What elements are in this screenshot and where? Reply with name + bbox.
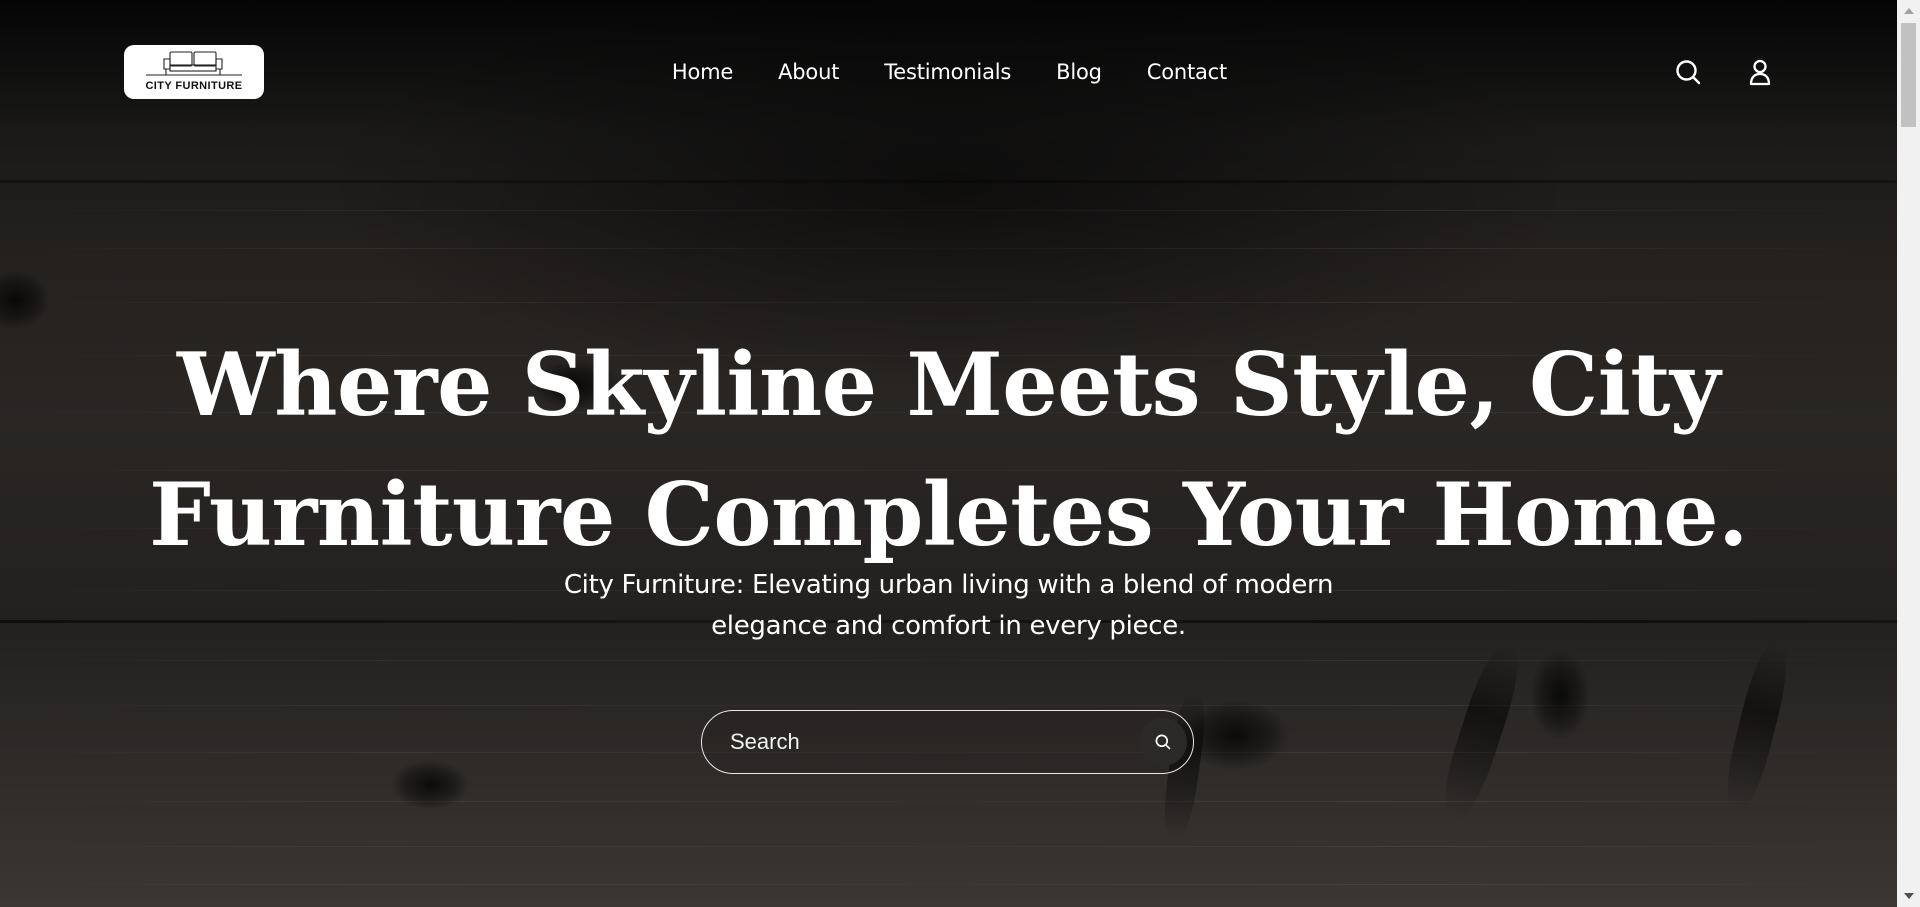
nav-contact[interactable]: Contact <box>1147 56 1228 88</box>
hero-subtitle: City Furniture: Elevating urban living w… <box>563 570 1334 641</box>
search-icon[interactable] <box>1674 58 1702 86</box>
nav-testimonials[interactable]: Testimonials <box>884 56 1011 88</box>
nav-blog[interactable]: Blog <box>1056 56 1102 88</box>
user-icon[interactable] <box>1746 58 1774 86</box>
scroll-thumb[interactable] <box>1901 23 1916 127</box>
nav-about[interactable]: About <box>778 56 839 88</box>
hero-search-bar <box>701 710 1194 774</box>
nav-home[interactable]: Home <box>672 56 733 88</box>
hero-title: Where Skyline Meets Style, City Furnitur… <box>149 333 1748 567</box>
page: CITY FURNITURE Home About Testimonials B… <box>0 0 1897 907</box>
main-nav: Home About Testimonials Blog Contact <box>0 56 1897 88</box>
search-icon <box>1155 734 1171 750</box>
hero-search-button[interactable] <box>1139 718 1187 766</box>
hero-search-input[interactable] <box>730 711 1110 772</box>
scroll-up-arrow[interactable] <box>1904 8 1914 14</box>
scroll-down-arrow[interactable] <box>1904 893 1914 899</box>
page-scrollbar[interactable] <box>1897 0 1920 907</box>
